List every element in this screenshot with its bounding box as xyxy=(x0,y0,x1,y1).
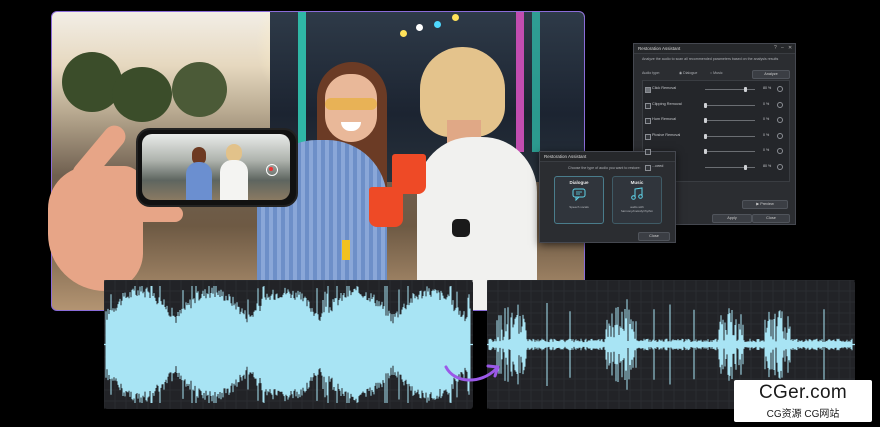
help-icon[interactable]: ? xyxy=(774,44,777,53)
slider-knob[interactable] xyxy=(744,87,747,92)
reset-icon[interactable] xyxy=(777,101,783,108)
reset-icon[interactable] xyxy=(777,132,783,139)
slider-knob[interactable] xyxy=(704,149,707,154)
option-value: 0 % xyxy=(763,101,770,106)
restoration-option-row[interactable]: Plosive Removal 0 % xyxy=(645,132,785,142)
dialogue-card[interactable]: Dialogue Speech vocals xyxy=(554,176,604,224)
option-value: 80 % xyxy=(763,86,772,90)
option-label: Clipping Removal xyxy=(652,101,682,106)
option-label: Click Removal xyxy=(652,86,677,90)
option-slider[interactable] xyxy=(705,166,755,168)
close-button[interactable]: Close xyxy=(638,232,670,241)
restoration-option-row[interactable]: Click Removal 80 % xyxy=(645,85,785,95)
option-slider[interactable] xyxy=(705,135,755,137)
slider-knob[interactable] xyxy=(704,118,707,123)
slider-knob[interactable] xyxy=(704,102,707,108)
dialog-prompt: Choose the type of audio you want to res… xyxy=(568,166,641,170)
watermark-logo: CGer.com CG资源 CG网站 xyxy=(734,380,872,422)
card-desc: Speech vocals xyxy=(569,205,589,209)
option-value: 0 % xyxy=(763,117,770,121)
waveform-before-graph xyxy=(104,280,473,409)
reset-icon[interactable] xyxy=(777,117,783,123)
option-label: Hum Removal xyxy=(652,117,677,121)
reset-icon[interactable] xyxy=(777,86,783,92)
watermark-subtitle: CG资源 CG网站 xyxy=(766,409,840,420)
option-label: Plosive Removal xyxy=(652,132,681,137)
watermark-brand: CGer.com xyxy=(759,382,847,403)
option-checkbox[interactable] xyxy=(645,133,651,140)
close-button[interactable]: Close xyxy=(752,214,790,223)
card-name: Dialogue xyxy=(569,180,589,185)
sunglasses xyxy=(325,98,377,110)
tree xyxy=(172,62,227,117)
record-dot-icon xyxy=(269,167,273,171)
minimize-icon[interactable]: – xyxy=(781,44,784,53)
option-slider[interactable] xyxy=(705,120,755,121)
tree xyxy=(112,67,172,122)
radio-dialogue[interactable]: ◉ Dialogue xyxy=(679,71,697,75)
slider-knob[interactable] xyxy=(704,133,707,139)
reset-icon[interactable] xyxy=(777,148,783,154)
analyze-button[interactable]: Analyze xyxy=(752,70,790,79)
option-value: 0 % xyxy=(763,132,770,137)
option-slider[interactable] xyxy=(705,151,755,152)
music-card[interactable]: Music audio with harmony/melody/rhythm xyxy=(612,176,662,224)
smartwatch xyxy=(452,219,470,237)
restoration-option-row[interactable]: 0 % xyxy=(645,147,785,157)
restoration-option-row[interactable]: Clipping Removal 0 % xyxy=(645,101,785,111)
radio-music[interactable]: ○ Music xyxy=(710,71,723,75)
wristband xyxy=(342,240,350,260)
restoration-option-row[interactable]: Hum Removal 0 % xyxy=(645,116,785,126)
restoration-option-row[interactable]: ...ceed 80 % xyxy=(645,163,785,173)
option-checkbox[interactable] xyxy=(645,149,651,155)
option-checkbox[interactable] xyxy=(645,118,651,124)
waveform-before xyxy=(104,280,473,409)
option-checkbox[interactable] xyxy=(645,87,651,93)
smartphone xyxy=(136,128,298,207)
phone-screen xyxy=(142,134,290,200)
slider-knob[interactable] xyxy=(744,164,747,170)
preview-button[interactable]: ▶ Preview xyxy=(742,200,788,209)
reset-icon[interactable] xyxy=(777,163,783,170)
option-slider[interactable] xyxy=(705,104,755,106)
music-note-icon xyxy=(631,187,643,200)
option-checkbox[interactable] xyxy=(645,102,651,109)
intro-text: Analyze the audio to scan all recommende… xyxy=(642,57,779,61)
option-slider[interactable] xyxy=(705,89,755,90)
curved-arrow-icon xyxy=(444,364,500,382)
option-value: 80 % xyxy=(763,163,772,168)
audio-type-label: Audio type: xyxy=(642,71,660,75)
card-name: Music xyxy=(630,180,644,185)
speech-bubble-icon xyxy=(572,188,586,201)
option-label: ...ceed xyxy=(652,163,664,168)
window-title: Restoration Assistant xyxy=(634,44,795,54)
red-cup xyxy=(392,154,426,194)
option-value: 0 % xyxy=(763,148,770,152)
card-desc: audio with harmony/melody/rhythm xyxy=(620,205,654,213)
apply-button[interactable]: Apply xyxy=(712,214,752,223)
option-checkbox[interactable] xyxy=(645,164,651,171)
close-icon[interactable]: ✕ xyxy=(788,44,792,53)
